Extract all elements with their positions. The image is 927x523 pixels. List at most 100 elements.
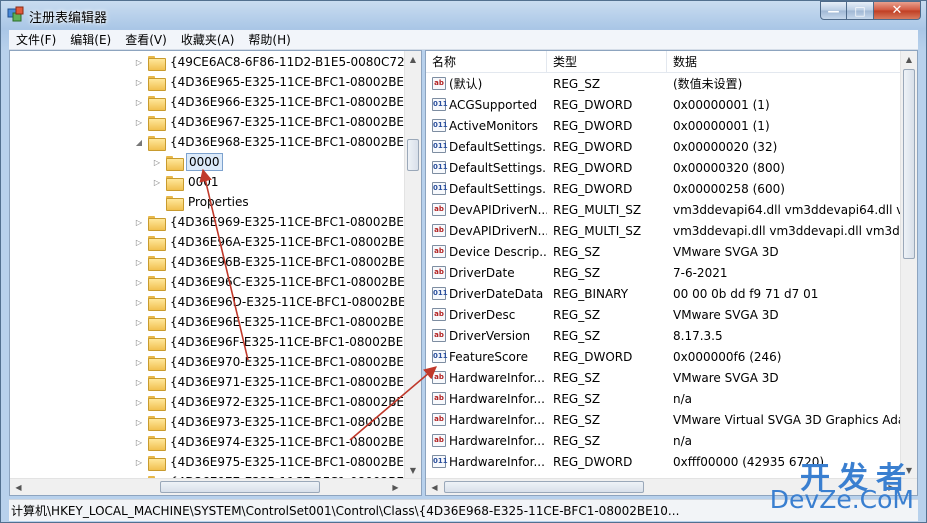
tree-node[interactable]: ▷ 0001 — [152, 172, 221, 192]
registry-value-row[interactable]: 011 DriverDateData REG_BINARY 00 00 0b dd f… — [426, 283, 902, 304]
expand-triangle-icon[interactable]: ▷ — [134, 97, 144, 107]
registry-value-row[interactable]: 011 DefaultSettings.... REG_DWORD 0x0000025… — [426, 178, 902, 199]
tree-vertical-scrollbar[interactable]: ▲ ▼ — [404, 51, 421, 479]
menu-view[interactable]: 查看(V) — [118, 31, 174, 48]
tree-node[interactable]: ▷ {4D36E96B-E325-11CE-BFC1-08002BE103 — [134, 252, 405, 272]
tree-node-label[interactable]: {4D36E96B-E325-11CE-BFC1-08002BE103 — [168, 254, 405, 270]
tree-node-label[interactable]: 0000 — [186, 153, 223, 171]
tree-node[interactable]: ▷ 0000 — [152, 152, 223, 172]
list-vertical-scrollbar[interactable]: ▲ ▼ — [900, 51, 917, 479]
menu-edit[interactable]: 编辑(E) — [63, 31, 118, 48]
tree-node[interactable]: ▷ {4D36E96D-E325-11CE-BFC1-08002BE103 — [134, 292, 405, 312]
tree-node-label[interactable]: {4D36E96F-E325-11CE-BFC1-08002BE103 — [168, 334, 405, 350]
scroll-up-arrow-icon[interactable]: ▲ — [901, 51, 917, 68]
tree-node[interactable]: ▷ {4D36E96F-E325-11CE-BFC1-08002BE103 — [134, 332, 405, 352]
expand-triangle-icon[interactable]: ▷ — [134, 237, 144, 247]
expand-triangle-icon[interactable]: ▷ — [134, 337, 144, 347]
expand-triangle-icon[interactable]: ▷ — [134, 417, 144, 427]
tree-node-label[interactable]: {4D36E972-E325-11CE-BFC1-08002BE103 — [168, 394, 405, 410]
registry-value-row[interactable]: ab HardwareInfor... REG_SZ VMware Virtual S… — [426, 409, 902, 430]
scroll-left-arrow-icon[interactable]: ◀ — [10, 479, 27, 495]
expand-triangle-icon[interactable]: ▷ — [134, 117, 144, 127]
tree-node[interactable]: ▷ {4D36E966-E325-11CE-BFC1-08002BE103 — [134, 92, 405, 112]
expand-triangle-icon[interactable]: ▷ — [134, 217, 144, 227]
registry-value-row[interactable]: 011 ActiveMonitors REG_DWORD 0x00000001 (1) — [426, 115, 902, 136]
tree-node[interactable]: ◢ {4D36E968-E325-11CE-BFC1-08002BE103 — [134, 132, 405, 152]
tree-node-label[interactable]: {4D36E96C-E325-11CE-BFC1-08002BE103 — [168, 274, 405, 290]
expand-triangle-icon[interactable]: ▷ — [134, 357, 144, 367]
tree-node-label[interactable]: {4D36E968-E325-11CE-BFC1-08002BE103 — [168, 134, 405, 150]
expand-triangle-icon[interactable]: ▷ — [134, 277, 144, 287]
expand-triangle-icon[interactable]: ▷ — [134, 397, 144, 407]
expand-triangle-icon[interactable]: ▷ — [134, 317, 144, 327]
tree-node[interactable]: ▷ {4D36E967-E325-11CE-BFC1-08002BE103 — [134, 112, 405, 132]
scroll-thumb[interactable] — [903, 69, 915, 259]
menu-file[interactable]: 文件(F) — [9, 31, 63, 48]
tree-node-label[interactable]: 0001 — [186, 174, 221, 190]
expand-triangle-icon[interactable]: ▷ — [134, 437, 144, 447]
tree-node-label[interactable]: {4D36E96D-E325-11CE-BFC1-08002BE103 — [168, 294, 405, 310]
minimize-button[interactable]: — — [820, 1, 847, 20]
collapse-triangle-icon[interactable]: ◢ — [134, 137, 144, 147]
scroll-down-arrow-icon[interactable]: ▼ — [405, 462, 421, 479]
expand-triangle-icon[interactable]: ▷ — [134, 257, 144, 267]
tree-node-label[interactable]: {4D36E96A-E325-11CE-BFC1-08002BE103 — [168, 234, 405, 250]
tree-node[interactable]: ▷ {49CE6AC8-6F86-11D2-B1E5-0080C72E74 — [134, 52, 405, 72]
tree-node[interactable]: ▷ {4D36E972-E325-11CE-BFC1-08002BE103 — [134, 392, 405, 412]
tree-node-label[interactable]: {4D36E96E-E325-11CE-BFC1-08002BE103 — [168, 314, 405, 330]
registry-value-row[interactable]: ab DriverDesc REG_SZ VMware SVGA 3D — [426, 304, 902, 325]
tree-node-label[interactable]: {4D36E969-E325-11CE-BFC1-08002BE103 — [168, 214, 405, 230]
expand-triangle-icon[interactable]: ▷ — [134, 77, 144, 87]
expand-triangle-icon[interactable]: ▷ — [152, 177, 162, 187]
tree-node-label[interactable]: {4D36E975-E325-11CE-BFC1-08002BE103 — [168, 454, 405, 470]
scroll-thumb[interactable] — [160, 481, 320, 493]
column-name-header[interactable]: 名称 — [426, 51, 547, 73]
tree-node[interactable]: Properties — [152, 192, 251, 212]
close-button[interactable]: ✕ — [874, 1, 921, 20]
registry-value-row[interactable]: ab DriverDate REG_SZ 7-6-2021 — [426, 262, 902, 283]
registry-value-row[interactable]: ab DriverVersion REG_SZ 8.17.3.5 — [426, 325, 902, 346]
scroll-thumb[interactable] — [407, 139, 419, 171]
registry-value-row[interactable]: 011 DefaultSettings.... REG_DWORD 0x0000032… — [426, 157, 902, 178]
title-bar[interactable]: 注册表编辑器 — □ ✕ — [1, 1, 926, 29]
menu-favorites[interactable]: 收藏夹(A) — [174, 31, 242, 48]
expand-triangle-icon[interactable]: ▷ — [134, 57, 144, 67]
tree-node-label[interactable]: {4D36E973-E325-11CE-BFC1-08002BE103 — [168, 414, 405, 430]
tree-horizontal-scrollbar[interactable]: ◀ ▶ — [10, 478, 421, 495]
tree-node[interactable]: ▷ {4D36E973-E325-11CE-BFC1-08002BE103 — [134, 412, 405, 432]
scroll-left-arrow-icon[interactable]: ◀ — [426, 479, 443, 495]
maximize-button[interactable]: □ — [847, 1, 874, 20]
tree-node-label[interactable]: {4D36E970-E325-11CE-BFC1-08002BE103 — [168, 354, 405, 370]
tree-node-label[interactable]: {4D36E967-E325-11CE-BFC1-08002BE103 — [168, 114, 405, 130]
registry-value-row[interactable]: ab DevAPIDriverN... REG_MULTI_SZ vm3ddevapi… — [426, 199, 902, 220]
registry-value-row[interactable]: ab (默认) REG_SZ (数值未设置) — [426, 73, 902, 94]
tree-node[interactable]: ▷ {4D36E969-E325-11CE-BFC1-08002BE103 — [134, 212, 405, 232]
tree-node[interactable]: ▷ {4D36E971-E325-11CE-BFC1-08002BE103 — [134, 372, 405, 392]
registry-value-row[interactable]: ab HardwareInfor... REG_SZ n/a — [426, 388, 902, 409]
tree-node-label[interactable]: {4D36E966-E325-11CE-BFC1-08002BE103 — [168, 94, 405, 110]
expand-triangle-icon[interactable]: ▷ — [134, 377, 144, 387]
registry-value-row[interactable]: ab HardwareInfor... REG_SZ n/a — [426, 430, 902, 451]
column-data-header[interactable]: 数据 — [667, 51, 902, 73]
registry-value-row[interactable]: 011 DefaultSettings.... REG_DWORD 0x0000002… — [426, 136, 902, 157]
scroll-thumb[interactable] — [444, 481, 644, 493]
tree-node[interactable]: ▷ {4D36E974-E325-11CE-BFC1-08002BE103 — [134, 432, 405, 452]
registry-value-row[interactable]: ab HardwareInfor... REG_SZ VMware SVGA 3D — [426, 367, 902, 388]
tree-node[interactable]: ▷ {4D36E96C-E325-11CE-BFC1-08002BE103 — [134, 272, 405, 292]
tree-node-label[interactable]: {49CE6AC8-6F86-11D2-B1E5-0080C72E74 — [168, 54, 405, 70]
tree-node-label[interactable]: {4D36E971-E325-11CE-BFC1-08002BE103 — [168, 374, 405, 390]
scroll-up-arrow-icon[interactable]: ▲ — [405, 51, 421, 68]
tree-node-label[interactable]: {4D36E965-E325-11CE-BFC1-08002BE103 — [168, 74, 405, 90]
registry-value-row[interactable]: ab Device Descrip... REG_SZ VMware SVGA 3D — [426, 241, 902, 262]
tree-node[interactable]: ▷ {4D36E965-E325-11CE-BFC1-08002BE103 — [134, 72, 405, 92]
tree-node-label[interactable]: Properties — [186, 194, 251, 210]
tree-node[interactable]: ▷ {4D36E975-E325-11CE-BFC1-08002BE103 — [134, 452, 405, 472]
tree-node[interactable]: ▷ {4D36E96A-E325-11CE-BFC1-08002BE103 — [134, 232, 405, 252]
expand-triangle-icon[interactable]: ▷ — [134, 297, 144, 307]
tree-node-label[interactable]: {4D36E974-E325-11CE-BFC1-08002BE103 — [168, 434, 405, 450]
registry-value-row[interactable]: 011 ACGSupported REG_DWORD 0x00000001 (1) — [426, 94, 902, 115]
registry-value-row[interactable]: 011 FeatureScore REG_DWORD 0x000000f6 (246) — [426, 346, 902, 367]
column-type-header[interactable]: 类型 — [547, 51, 667, 73]
menu-help[interactable]: 帮助(H) — [241, 31, 297, 48]
tree-node[interactable]: ▷ {4D36E970-E325-11CE-BFC1-08002BE103 — [134, 352, 405, 372]
